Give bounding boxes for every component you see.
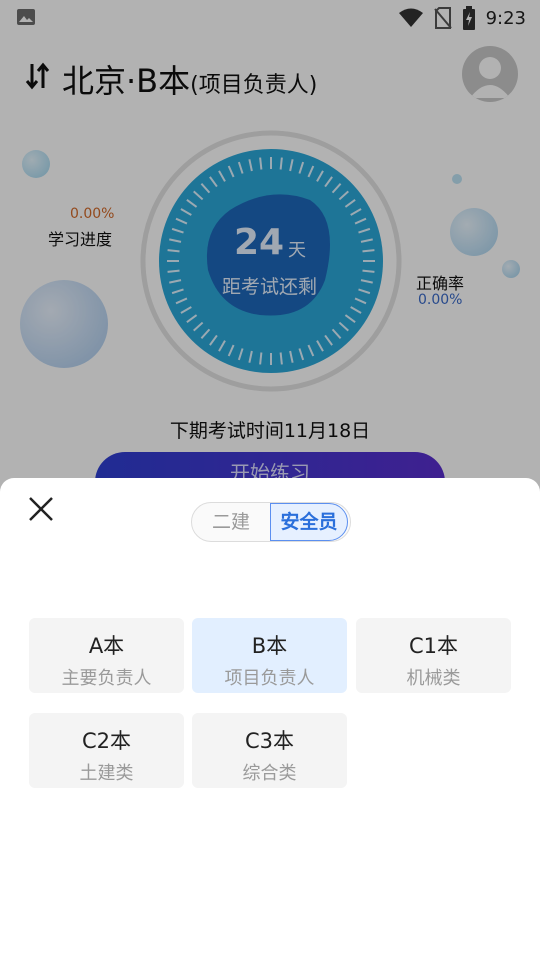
option-title: C1本 [408, 634, 459, 658]
option-title: C3本 [244, 729, 295, 753]
close-icon[interactable] [26, 494, 56, 524]
option-c3[interactable]: C3本 综合类 [192, 713, 347, 788]
option-title: B本 [251, 634, 288, 658]
exam-type-toggle: 二建 安全员 [191, 502, 351, 542]
option-subtitle: 主要负责人 [61, 668, 152, 689]
tab-erjian[interactable]: 二建 [192, 503, 270, 541]
option-subtitle: 土建类 [79, 763, 134, 784]
option-subtitle: 项目负责人 [224, 668, 315, 689]
category-sheet: 二建 安全员 A本 主要负责人 B本 项目负责人 C1本 机械类 C2本 土建类… [0, 478, 540, 960]
option-title: C2本 [81, 729, 132, 753]
option-subtitle: 机械类 [406, 668, 461, 689]
option-c1[interactable]: C1本 机械类 [356, 618, 511, 693]
option-b[interactable]: B本 项目负责人 [192, 618, 347, 693]
option-a[interactable]: A本 主要负责人 [29, 618, 184, 693]
option-c2[interactable]: C2本 土建类 [29, 713, 184, 788]
option-subtitle: 综合类 [242, 763, 297, 784]
option-title: A本 [88, 634, 125, 658]
tab-anquanyuan[interactable]: 安全员 [270, 503, 348, 541]
